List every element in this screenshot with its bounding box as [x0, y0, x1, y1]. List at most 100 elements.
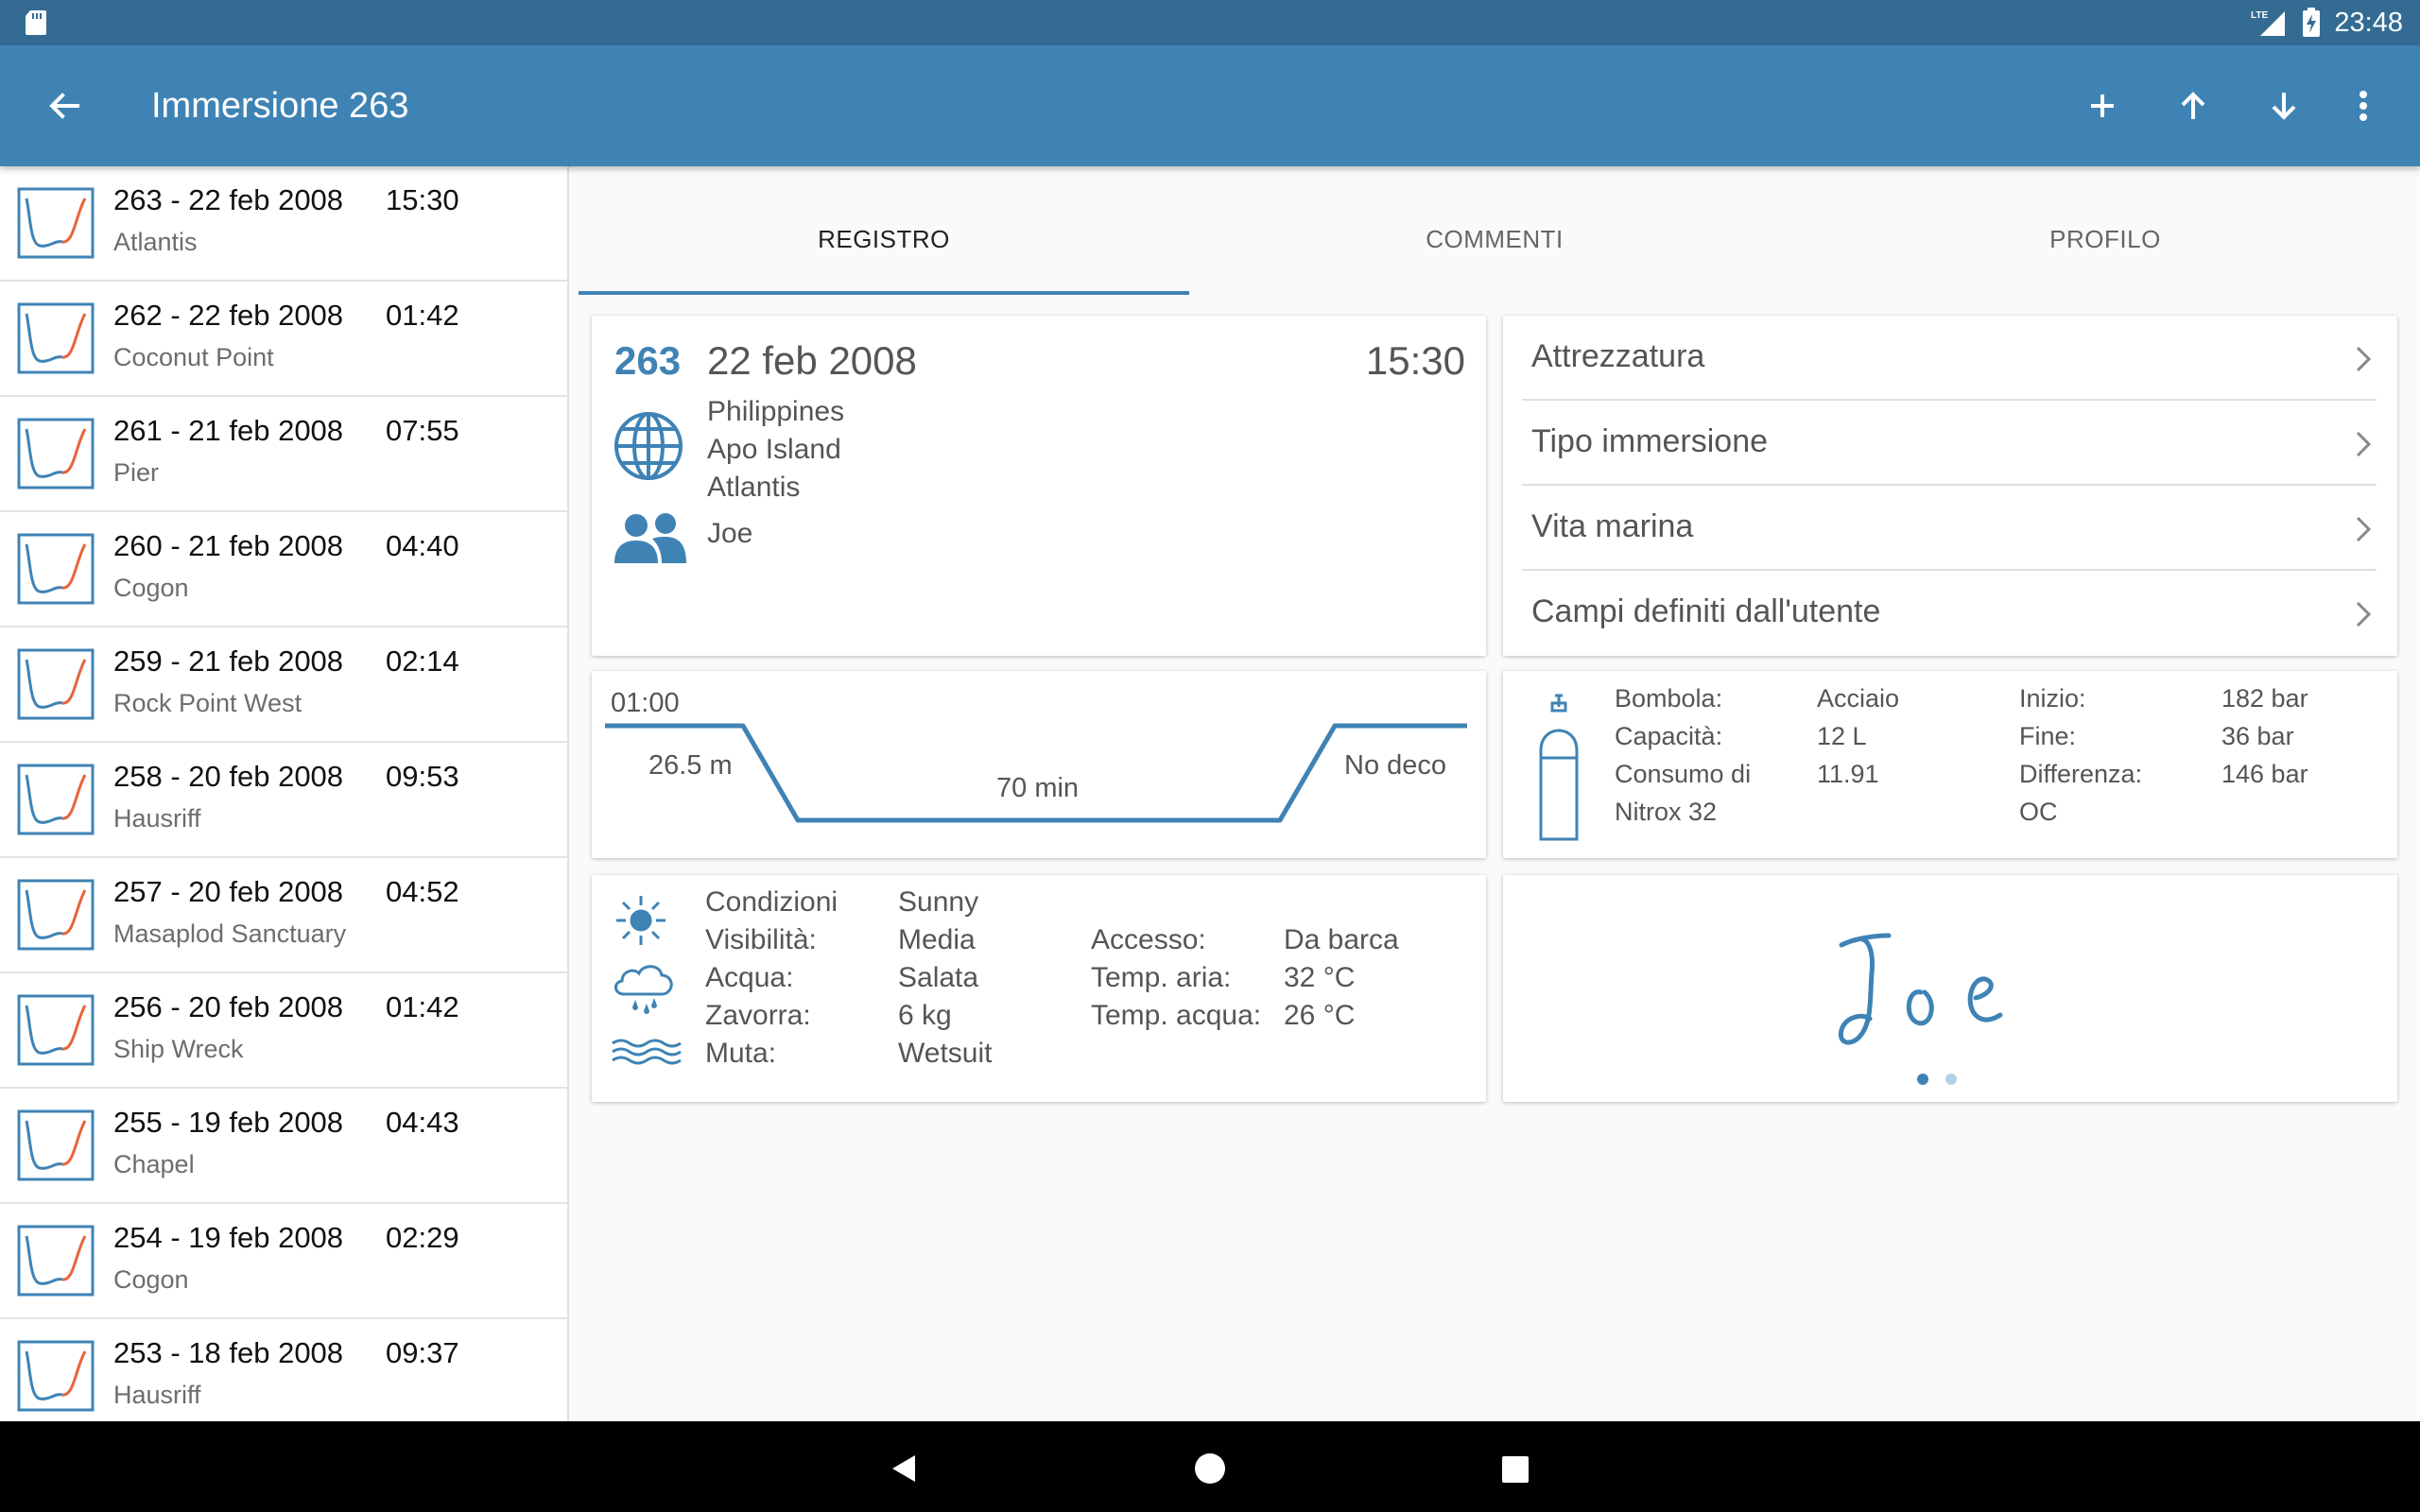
- dive-summary-card[interactable]: 263 22 feb 2008 15:30 Philippines Apo Is…: [592, 316, 1486, 656]
- dive-list-item[interactable]: 255 - 19 feb 2008 04:43 Chapel: [0, 1089, 567, 1204]
- menu-label: Vita marina: [1531, 508, 1694, 544]
- dive-title: 257 - 20 feb 2008: [113, 875, 344, 908]
- dive-profile-thumbnail-icon: [17, 302, 95, 374]
- dive-site: Rock Point West: [113, 689, 302, 717]
- dive-list-item[interactable]: 258 - 20 feb 2008 09:53 Hausriff: [0, 743, 567, 858]
- tab-commenti[interactable]: COMMENTI: [1189, 225, 1800, 254]
- condition-value: 6 kg: [898, 1000, 952, 1031]
- dive-title: 260 - 21 feb 2008: [113, 529, 344, 562]
- dive-site: Ship Wreck: [113, 1035, 244, 1063]
- dive-buddy: Joe: [707, 518, 753, 549]
- profile-deco: No deco: [1344, 750, 1447, 781]
- profile-duration: 70 min: [996, 773, 1080, 803]
- waves-icon: [612, 1039, 682, 1065]
- dive-list-item[interactable]: 256 - 20 feb 2008 01:42 Ship Wreck: [0, 973, 567, 1089]
- tank-card[interactable]: Bombola: Capacità: Consumo di Nitrox 32 …: [1503, 671, 2397, 858]
- battery-charging-icon: [2303, 8, 2321, 37]
- back-arrow-icon[interactable]: [42, 83, 87, 129]
- navigation-bar: [0, 1421, 2420, 1512]
- dive-list[interactable]: 263 - 22 feb 2008 15:30 Atlantis 262 - 22 f…: [0, 166, 569, 1421]
- condition-label: Accesso:: [1091, 924, 1206, 955]
- condition-label: Condizioni: [705, 886, 838, 918]
- dive-site: Cogon: [113, 1265, 189, 1294]
- dive-title: 256 - 20 feb 2008: [113, 990, 344, 1023]
- dive-time: 01:42: [386, 299, 459, 332]
- condition-value: Da barca: [1284, 924, 1399, 955]
- menu-tipo-immersione[interactable]: Tipo immersione: [1522, 401, 2377, 486]
- menu-vita-marina[interactable]: Vita marina: [1522, 486, 2377, 571]
- home-nav-icon[interactable]: [1193, 1452, 1227, 1486]
- condition-label: Visibilità:: [705, 924, 817, 955]
- sd-card-icon: [26, 10, 46, 35]
- tank-value: Acciaio: [1817, 684, 1900, 713]
- dive-list-item[interactable]: 259 - 21 feb 2008 02:14 Rock Point West: [0, 627, 567, 743]
- dive-time: 01:42: [386, 990, 459, 1023]
- tab-registro[interactable]: REGISTRO: [579, 225, 1189, 254]
- page-dot[interactable]: [1945, 1074, 1957, 1085]
- conditions-card[interactable]: Condizioni Visibilità: Acqua: Zavorra: M…: [592, 875, 1486, 1102]
- tank-label: OC: [2019, 798, 2058, 826]
- dive-list-item[interactable]: 262 - 22 feb 2008 01:42 Coconut Point: [0, 282, 567, 397]
- profile-start-time: 01:00: [611, 688, 680, 718]
- lte-signal-icon: LTE: [2251, 10, 2286, 36]
- dive-time: 04:52: [386, 875, 459, 908]
- page-dot-active[interactable]: [1917, 1074, 1928, 1085]
- dive-list-item[interactable]: 263 - 22 feb 2008 15:30 Atlantis: [0, 166, 567, 282]
- condition-value: Sunny: [898, 886, 979, 918]
- tank-label: Fine:: [2019, 722, 2077, 750]
- dive-profile-thumbnail-icon: [17, 418, 95, 490]
- recents-nav-icon[interactable]: [1501, 1455, 1530, 1484]
- tank-label: Bombola:: [1615, 684, 1723, 713]
- tab-profilo[interactable]: PROFILO: [1800, 225, 2411, 254]
- tab-bar: REGISTRO COMMENTI PROFILO: [579, 166, 2411, 295]
- dive-date: 22 feb 2008: [707, 338, 917, 383]
- page-title: Immersione 263: [151, 86, 409, 126]
- tank-value: 146 bar: [2221, 760, 2308, 788]
- dive-location: Philippines Apo Island Atlantis: [707, 393, 844, 507]
- dive-time: 07:55: [386, 414, 459, 447]
- globe-icon: [614, 412, 683, 480]
- dive-profile-thumbnail-icon: [17, 764, 95, 835]
- dive-list-item[interactable]: 253 - 18 feb 2008 09:37 Hausriff: [0, 1319, 567, 1421]
- dive-title: 258 - 20 feb 2008: [113, 760, 344, 793]
- menu-label: Attrezzatura: [1531, 338, 1705, 374]
- svg-text:LTE: LTE: [2251, 10, 2268, 21]
- dive-list-item[interactable]: 261 - 21 feb 2008 07:55 Pier: [0, 397, 567, 512]
- dive-site: Masaplod Sanctuary: [113, 919, 347, 948]
- dive-title: 253 - 18 feb 2008: [113, 1336, 344, 1369]
- back-nav-icon[interactable]: [889, 1453, 919, 1484]
- arrow-up-icon[interactable]: [2170, 83, 2216, 129]
- dive-list-item[interactable]: 260 - 21 feb 2008 04:40 Cogon: [0, 512, 567, 627]
- buddies-icon: [614, 513, 686, 563]
- condition-value: Media: [898, 924, 976, 955]
- dive-time: 02:29: [386, 1221, 459, 1254]
- dive-profile-thumbnail-icon: [17, 1225, 95, 1297]
- dive-list-item[interactable]: 257 - 20 feb 2008 04:52 Masaplod Sanctuary: [0, 858, 567, 973]
- dive-title: 263 - 22 feb 2008: [113, 183, 344, 216]
- profile-max-depth: 26.5 m: [648, 750, 733, 781]
- condition-value: Wetsuit: [898, 1038, 993, 1069]
- chevron-right-icon: [2356, 601, 2372, 627]
- condition-label: Temp. acqua:: [1091, 1000, 1262, 1031]
- signature-card[interactable]: [1503, 875, 2397, 1102]
- dive-time: 15:30: [1365, 338, 1465, 383]
- condition-value: 26 °C: [1284, 1000, 1356, 1031]
- add-icon[interactable]: [2080, 83, 2125, 129]
- condition-label: Temp. aria:: [1091, 962, 1232, 993]
- dive-list-item[interactable]: 254 - 19 feb 2008 02:29 Cogon: [0, 1204, 567, 1319]
- dive-profile-card[interactable]: 01:00 26.5 m 70 min No deco: [592, 671, 1486, 858]
- chevron-right-icon: [2356, 346, 2372, 372]
- dive-title: 254 - 19 feb 2008: [113, 1221, 344, 1254]
- dive-profile-thumbnail-icon: [17, 533, 95, 605]
- dive-site: Atlantis: [113, 228, 198, 256]
- menu-campi-utente[interactable]: Campi definiti dall'utente: [1522, 571, 2377, 656]
- chevron-right-icon: [2356, 431, 2372, 457]
- tank-value: 12 L: [1817, 722, 1867, 750]
- arrow-down-icon[interactable]: [2261, 83, 2307, 129]
- more-vert-icon[interactable]: [2341, 83, 2386, 129]
- dive-site: Cogon: [113, 574, 189, 602]
- dive-profile-thumbnail-icon: [17, 1109, 95, 1181]
- condition-value: Salata: [898, 962, 979, 993]
- dive-time: 04:43: [386, 1106, 459, 1139]
- menu-attrezzatura[interactable]: Attrezzatura: [1522, 316, 2377, 401]
